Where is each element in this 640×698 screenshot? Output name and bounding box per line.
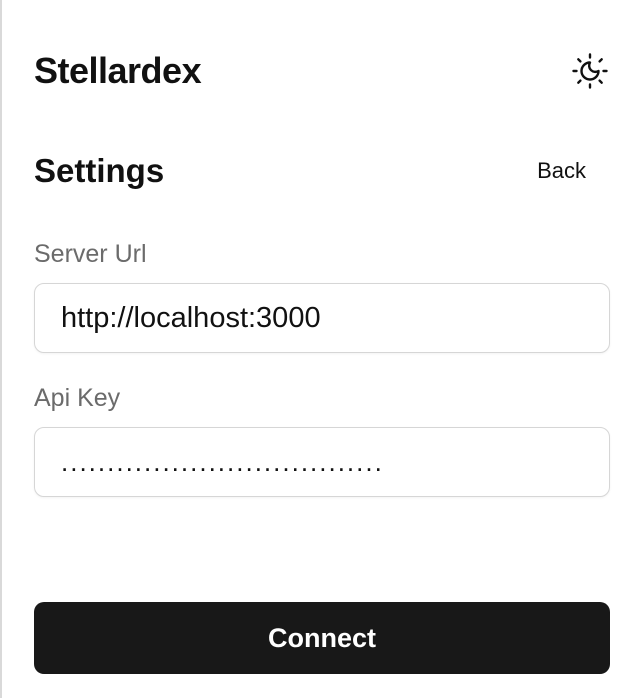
connect-button[interactable]: Connect (34, 602, 610, 674)
server-url-field-container (34, 283, 610, 353)
settings-panel: Stellardex Settings Back Server Url Api … (34, 0, 610, 698)
app-title: Stellardex (34, 50, 202, 91)
api-key-label: Api Key (34, 384, 121, 412)
sun-moon-icon (572, 53, 608, 89)
api-key-input[interactable] (61, 446, 583, 478)
app-header: Stellardex (34, 48, 610, 94)
window-edge (0, 0, 2, 698)
api-key-field-container (34, 427, 610, 497)
server-url-input[interactable] (61, 301, 583, 335)
theme-toggle-button[interactable] (570, 51, 610, 91)
server-url-label: Server Url (34, 240, 147, 268)
back-button[interactable]: Back (537, 158, 610, 184)
settings-header: Settings Back (34, 148, 610, 194)
page-title: Settings (34, 152, 165, 189)
